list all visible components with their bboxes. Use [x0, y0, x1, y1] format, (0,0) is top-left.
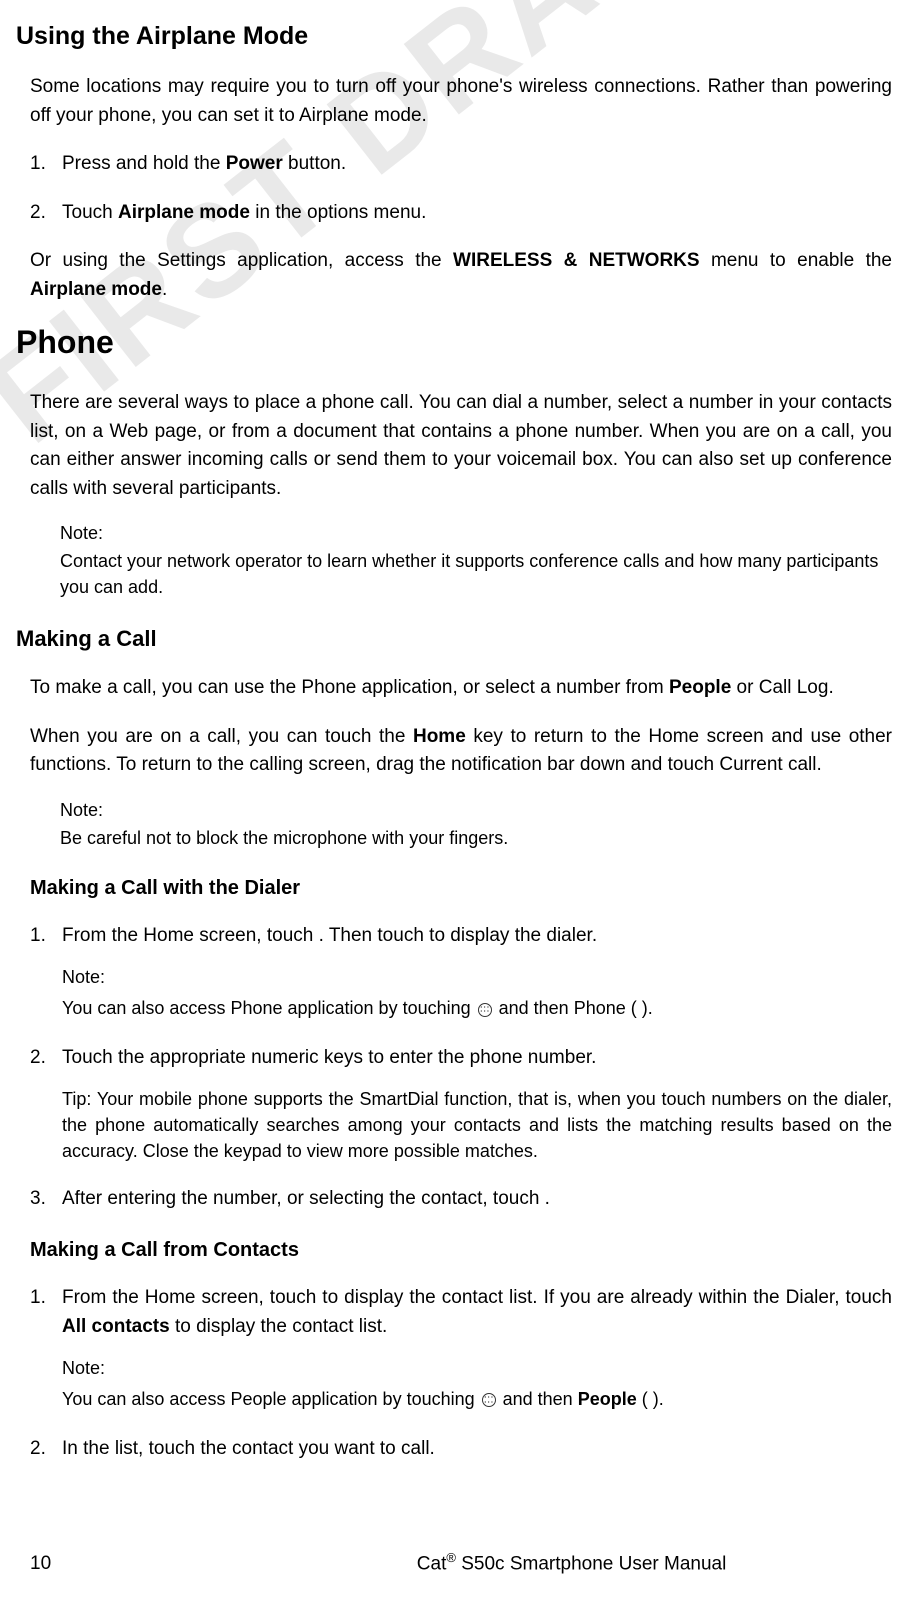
contacts-steps-list: 1. From the Home screen, touch to displa… [30, 1284, 892, 1463]
note-label: Note: [62, 1355, 892, 1382]
text-segment: To make a call, you can use the Phone ap… [30, 677, 669, 698]
wireless-networks-bold: WIRELESS & NETWORKS [453, 250, 700, 271]
step-text: Touch the appropriate numeric keys to en… [62, 1044, 892, 1073]
heading-airplane-mode: Using the Airplane Mode [16, 22, 892, 51]
note-text-a: You can also access People application b… [62, 1389, 480, 1409]
step-text-prefix: Press and hold the [62, 153, 226, 174]
note-text: Be careful not to block the microphone w… [60, 828, 508, 848]
airplane-step-2: 2. Touch Airplane mode in the options me… [30, 199, 892, 228]
step-text-prefix: Touch [62, 202, 118, 223]
making-call-p2: When you are on a call, you can touch th… [30, 723, 892, 780]
note-text: Contact your network operator to learn w… [60, 551, 878, 597]
note-text-b: and then Phone ( ). [494, 998, 653, 1018]
page-footer: 10 Cat® S50c Smartphone User Manual [0, 1550, 922, 1575]
home-bold: Home [413, 726, 466, 747]
step-text: After entering the number, or selecting … [62, 1185, 892, 1214]
step-number: 1. [30, 922, 46, 951]
dialer-step1-note: Note: You can also access Phone applicat… [62, 964, 892, 1024]
step-text-b: to display the contact list. [170, 1316, 388, 1337]
step-text-suffix: button. [283, 153, 346, 174]
apps-grid-icon [478, 1003, 492, 1017]
text-segment: . [162, 279, 167, 300]
airplane-mode-bold: Airplane mode [30, 279, 162, 300]
contacts-step-2: 2. In the list, touch the contact you wa… [30, 1435, 892, 1464]
step-text-a: From the Home screen, touch to display t… [62, 1287, 892, 1308]
step-number: 1. [30, 150, 46, 179]
people-bold: People [578, 1389, 637, 1409]
power-bold: Power [226, 153, 283, 174]
airplane-intro-text: Some locations may require you to turn o… [30, 73, 892, 130]
phone-intro-text: There are several ways to place a phone … [30, 389, 892, 503]
text-segment: menu to enable the [700, 250, 892, 271]
step-number: 1. [30, 1284, 46, 1313]
note-label: Note: [62, 964, 892, 991]
note-text-c: ( ). [637, 1389, 664, 1409]
airplane-alt-text: Or using the Settings application, acces… [30, 247, 892, 304]
all-contacts-bold: All contacts [62, 1316, 170, 1337]
footer-title: Cat® S50c Smartphone User Manual [251, 1550, 892, 1575]
note-text-b: and then [498, 1389, 578, 1409]
step-text: From the Home screen, touch . Then touch… [62, 922, 892, 951]
step-text-suffix: in the options menu. [250, 202, 426, 223]
note-label: Note: [60, 800, 892, 821]
text-segment: or Call Log. [731, 677, 833, 698]
registered-mark: ® [446, 1550, 456, 1565]
airplane-step-1: 1. Press and hold the Power button. [30, 150, 892, 179]
dialer-step-3: 3. After entering the number, or selecti… [30, 1185, 892, 1214]
note-text-a: You can also access Phone application by… [62, 998, 476, 1018]
dialer-tip-text: Tip: Your mobile phone supports the Smar… [62, 1086, 892, 1164]
step-number: 2. [30, 199, 46, 228]
airplane-mode-bold: Airplane mode [118, 202, 250, 223]
text-segment: Or using the Settings application, acces… [30, 250, 453, 271]
contacts-step1-note: Note: You can also access People applica… [62, 1355, 892, 1415]
people-bold: People [669, 677, 731, 698]
contacts-step-1: 1. From the Home screen, touch to displa… [30, 1284, 892, 1415]
step-number: 3. [30, 1185, 46, 1214]
phone-note-block: Note: Contact your network operator to l… [60, 523, 892, 600]
making-call-p1: To make a call, you can use the Phone ap… [30, 674, 892, 703]
step-text: In the list, touch the contact you want … [62, 1435, 892, 1464]
heading-making-call: Making a Call [16, 626, 892, 652]
footer-doc-title: S50c Smartphone User Manual [456, 1553, 726, 1574]
page-content: Using the Airplane Mode Some locations m… [30, 22, 892, 1463]
heading-contacts: Making a Call from Contacts [30, 1239, 892, 1262]
making-note-block: Note: Be careful not to block the microp… [60, 800, 892, 851]
dialer-step-2: 2. Touch the appropriate numeric keys to… [30, 1044, 892, 1165]
heading-phone: Phone [16, 324, 892, 361]
dialer-steps-list: 1. From the Home screen, touch . Then to… [30, 922, 892, 1213]
page-number: 10 [30, 1553, 51, 1575]
airplane-steps-list: 1. Press and hold the Power button. 2. T… [30, 150, 892, 227]
step-number: 2. [30, 1435, 46, 1464]
note-label: Note: [60, 523, 892, 544]
text-segment: When you are on a call, you can touch th… [30, 726, 413, 747]
apps-grid-icon [482, 1393, 496, 1407]
step-number: 2. [30, 1044, 46, 1073]
heading-dialer: Making a Call with the Dialer [30, 877, 892, 900]
dialer-step-1: 1. From the Home screen, touch . Then to… [30, 922, 892, 1024]
footer-brand: Cat [417, 1553, 447, 1574]
